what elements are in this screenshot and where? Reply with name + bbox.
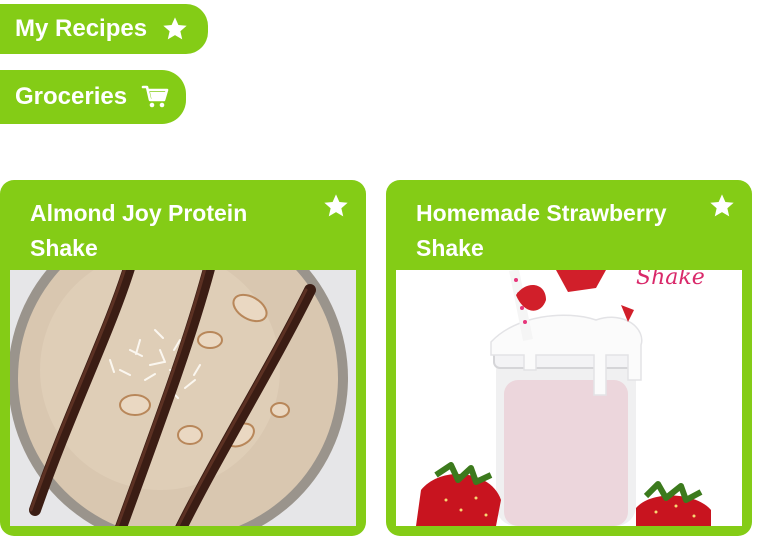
recipe-title[interactable]: Almond Joy Protein Shake xyxy=(30,196,305,266)
my-recipes-button[interactable]: My Recipes xyxy=(0,4,208,54)
groceries-button[interactable]: Groceries xyxy=(0,70,186,124)
star-icon[interactable] xyxy=(322,192,350,220)
my-recipes-label: My Recipes xyxy=(15,15,148,42)
cart-icon xyxy=(141,84,169,110)
star-icon[interactable] xyxy=(708,192,736,220)
photo-caption-text: Shake xyxy=(636,270,705,290)
recipe-card[interactable]: Homemade Strawberry Shake Shake xyxy=(386,180,752,536)
almond-joy-shake-photo[interactable] xyxy=(10,270,356,526)
strawberry-shake-photo[interactable]: Shake xyxy=(396,270,742,526)
recipe-title[interactable]: Homemade Strawberry Shake xyxy=(416,196,691,266)
groceries-label: Groceries xyxy=(15,83,128,110)
recipe-card[interactable]: Almond Joy Protein Shake xyxy=(0,180,366,536)
star-icon xyxy=(161,15,189,43)
